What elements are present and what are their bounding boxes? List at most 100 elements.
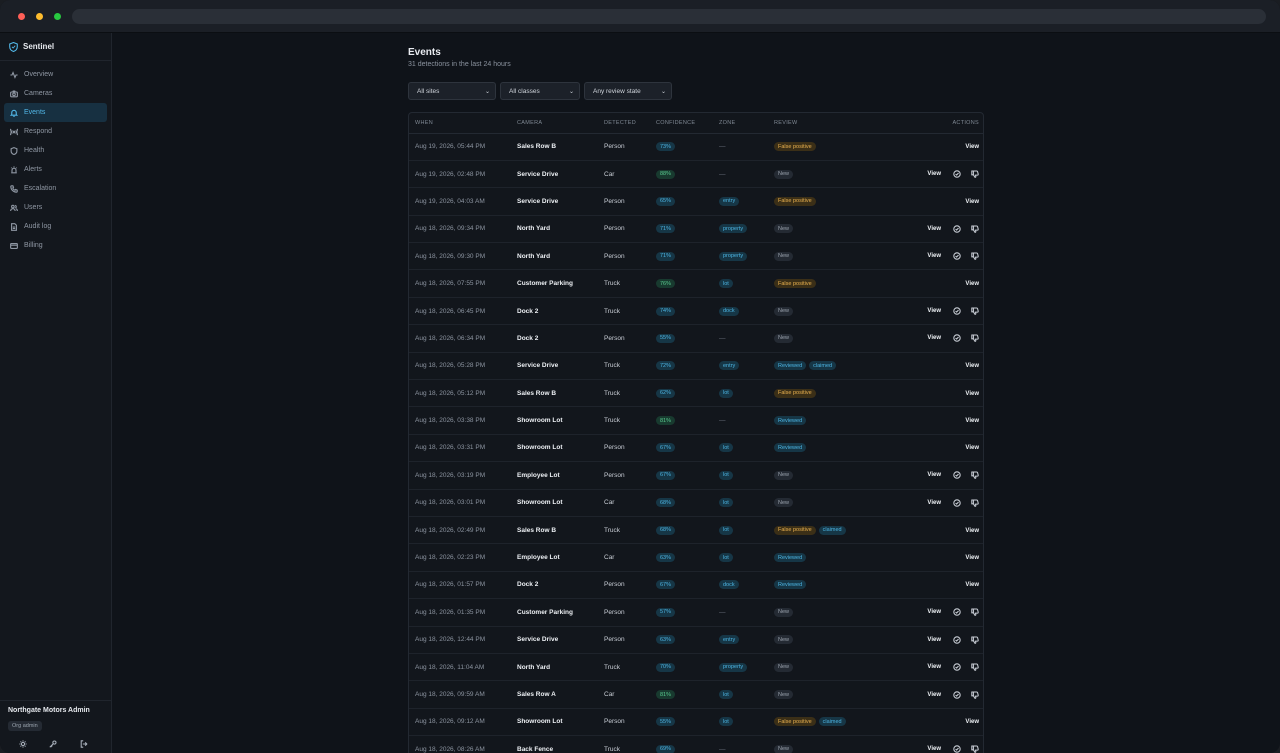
table-row[interactable]: Aug 18, 2026, 02:23 PM Employee Lot Car … — [409, 543, 983, 572]
sidebar-item-cameras[interactable]: Cameras — [4, 84, 107, 103]
review-filter-select[interactable]: Any review state ⌄ — [584, 82, 672, 100]
view-button[interactable]: View — [965, 445, 979, 451]
view-button[interactable]: View — [927, 308, 941, 314]
table-row[interactable]: Aug 18, 2026, 09:34 PM North Yard Person… — [409, 215, 983, 244]
address-bar[interactable] — [72, 8, 1266, 24]
sidebar-item-events[interactable]: Events — [4, 103, 107, 122]
thumbs-down-icon[interactable] — [971, 745, 979, 753]
table-row[interactable]: Aug 18, 2026, 03:31 PM Showroom Lot Pers… — [409, 434, 983, 463]
close-window-button[interactable] — [18, 12, 25, 20]
footer-actions — [8, 740, 103, 748]
confirm-check-circle-icon[interactable] — [953, 635, 961, 644]
view-button[interactable]: View — [965, 281, 979, 287]
view-button[interactable]: View — [965, 363, 979, 369]
view-button[interactable]: View — [965, 555, 979, 561]
table-row[interactable]: Aug 18, 2026, 09:12 AM Showroom Lot Pers… — [409, 708, 983, 737]
view-button[interactable]: View — [965, 528, 979, 534]
minimize-window-button[interactable] — [36, 12, 43, 20]
confirm-check-circle-icon[interactable] — [953, 225, 961, 233]
view-button[interactable]: View — [927, 472, 941, 478]
table-row[interactable]: Aug 18, 2026, 03:38 PM Showroom Lot Truc… — [409, 406, 983, 435]
view-button[interactable]: View — [927, 664, 941, 670]
table-row[interactable]: Aug 18, 2026, 06:34 PM Dock 2 Person 55%… — [409, 324, 983, 353]
sidebar-item-overview[interactable]: Overview — [4, 65, 107, 84]
table-row[interactable]: Aug 18, 2026, 05:28 PM Service Drive Tru… — [409, 352, 983, 381]
view-button[interactable]: View — [965, 199, 979, 205]
event-time: Aug 18, 2026, 02:49 PM — [409, 516, 517, 545]
view-button[interactable]: View — [965, 719, 979, 725]
view-button[interactable]: View — [965, 418, 979, 424]
confirm-check-circle-icon[interactable] — [953, 745, 961, 753]
confirm-check-circle-icon[interactable] — [953, 471, 961, 480]
brand[interactable]: Sentinel — [0, 33, 111, 61]
confirm-check-circle-icon[interactable] — [953, 499, 961, 507]
table-row[interactable]: Aug 18, 2026, 02:49 PM Sales Row B Truck… — [409, 516, 983, 545]
empty-zone-dash: — — [719, 417, 726, 425]
view-button[interactable]: View — [927, 171, 941, 177]
confirm-check-circle-icon[interactable] — [953, 307, 961, 315]
table-row[interactable]: Aug 18, 2026, 01:57 PM Dock 2 Person 67%… — [409, 571, 983, 600]
event-time: Aug 18, 2026, 03:19 PM — [409, 461, 517, 490]
view-button[interactable]: View — [927, 500, 941, 506]
table-row[interactable]: Aug 19, 2026, 05:44 PM Sales Row B Perso… — [409, 133, 983, 161]
confirm-check-circle-icon[interactable] — [953, 252, 961, 260]
detected-class: Car — [604, 160, 656, 189]
table-row[interactable]: Aug 18, 2026, 09:59 AM Sales Row A Car 8… — [409, 680, 983, 709]
table-row[interactable]: Aug 18, 2026, 03:01 PM Showroom Lot Car … — [409, 489, 983, 517]
thumbs-down-icon[interactable] — [971, 608, 979, 617]
view-button[interactable]: View — [927, 746, 941, 752]
thumbs-down-icon[interactable] — [971, 690, 979, 699]
zone-badge: lot — [719, 525, 733, 535]
review-status-badge: False positive — [774, 142, 816, 152]
table-row[interactable]: Aug 18, 2026, 03:19 PM Employee Lot Pers… — [409, 461, 983, 490]
confirm-check-circle-icon[interactable] — [953, 334, 961, 343]
maximize-window-button[interactable] — [54, 12, 61, 20]
thumbs-down-icon[interactable] — [971, 225, 979, 233]
sidebar-item-health[interactable]: Health — [4, 141, 107, 160]
table-row[interactable]: Aug 18, 2026, 05:12 PM Sales Row B Truck… — [409, 379, 983, 408]
sidebar-item-audit-log[interactable]: Audit log — [4, 217, 107, 236]
table-row[interactable]: Aug 18, 2026, 12:44 PM Service Drive Per… — [409, 626, 983, 654]
table-row[interactable]: Aug 18, 2026, 11:04 AM North Yard Truck … — [409, 653, 983, 682]
sidebar-item-respond[interactable]: Respond — [4, 122, 107, 141]
sidebar-item-escalation[interactable]: Escalation — [4, 179, 107, 198]
table-row[interactable]: Aug 18, 2026, 08:26 AM Back Fence Truck … — [409, 735, 983, 753]
view-button[interactable]: View — [927, 253, 941, 259]
zone-badge: lot — [719, 717, 733, 727]
confirm-check-circle-icon[interactable] — [953, 170, 961, 178]
table-row[interactable]: Aug 19, 2026, 04:03 AM Service Drive Per… — [409, 187, 983, 216]
class-filter-select[interactable]: All classes ⌄ — [500, 82, 580, 100]
sidebar-item-billing[interactable]: Billing — [4, 236, 107, 255]
thumbs-down-icon[interactable] — [971, 663, 979, 671]
thumbs-down-icon[interactable] — [971, 471, 979, 480]
table-row[interactable]: Aug 19, 2026, 02:48 PM Service Drive Car… — [409, 160, 983, 189]
view-button[interactable]: View — [927, 692, 941, 698]
thumbs-down-icon[interactable] — [971, 170, 979, 178]
table-row[interactable]: Aug 18, 2026, 06:45 PM Dock 2 Truck 74% … — [409, 297, 983, 326]
table-row[interactable]: Aug 18, 2026, 09:30 PM North Yard Person… — [409, 242, 983, 271]
thumbs-down-icon[interactable] — [971, 636, 979, 644]
view-button[interactable]: View — [965, 582, 979, 588]
sidebar-item-alerts[interactable]: Alerts — [4, 160, 107, 179]
thumbs-down-icon[interactable] — [971, 252, 979, 261]
thumbs-down-icon[interactable] — [971, 307, 979, 315]
thumbs-down-icon[interactable] — [971, 499, 979, 507]
logout-icon[interactable] — [80, 740, 88, 748]
view-button[interactable]: View — [927, 226, 941, 232]
site-filter-select[interactable]: All sites ⌄ — [408, 82, 496, 100]
view-button[interactable]: View — [965, 391, 979, 397]
theme-sun-icon[interactable] — [19, 740, 27, 748]
shield-logo-icon — [9, 41, 18, 52]
view-button[interactable]: View — [927, 609, 941, 615]
table-row[interactable]: Aug 18, 2026, 07:55 PM Customer Parking … — [409, 269, 983, 298]
thumbs-down-icon[interactable] — [971, 334, 979, 343]
confirm-check-circle-icon[interactable] — [953, 690, 961, 699]
view-button[interactable]: View — [965, 144, 979, 150]
confirm-check-circle-icon[interactable] — [953, 608, 961, 617]
key-icon[interactable] — [49, 740, 58, 748]
sidebar-item-users[interactable]: Users — [4, 198, 107, 217]
confirm-check-circle-icon[interactable] — [953, 663, 961, 671]
table-row[interactable]: Aug 18, 2026, 01:35 PM Customer Parking … — [409, 598, 983, 627]
view-button[interactable]: View — [927, 637, 941, 643]
view-button[interactable]: View — [927, 335, 941, 341]
